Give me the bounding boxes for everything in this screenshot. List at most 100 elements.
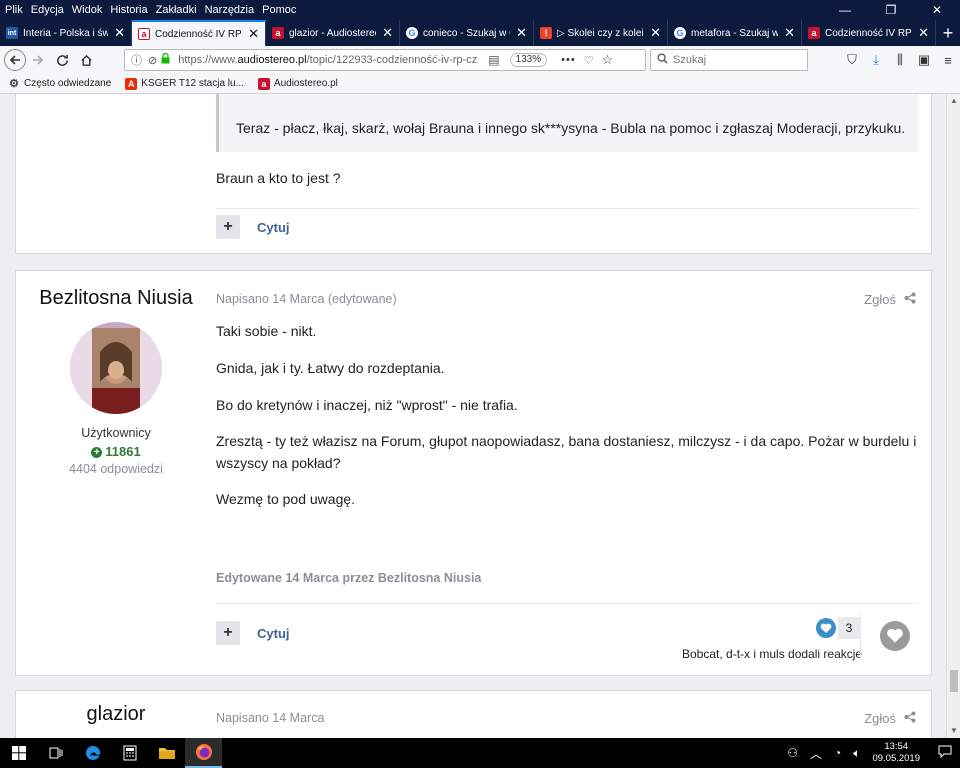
menu-zakladki[interactable]: Zakładki bbox=[152, 4, 201, 16]
tab-strip: int Interia - Polska i świat ✕ a Codzien… bbox=[0, 20, 960, 46]
bookmark-ksger[interactable]: A KSGER T12 stacja lu... bbox=[125, 77, 244, 90]
pocket-icon[interactable]: ♡ bbox=[584, 54, 594, 67]
menu-edycja[interactable]: Edycja bbox=[27, 4, 68, 16]
arrow-left-icon bbox=[9, 55, 20, 65]
sidebar-icon[interactable]: ▣ bbox=[912, 52, 936, 68]
report-link[interactable]: Zgłoś bbox=[864, 711, 916, 726]
page-scrollbar[interactable]: ▲ ▼ bbox=[946, 94, 960, 738]
notification-icon[interactable] bbox=[930, 745, 960, 761]
info-icon[interactable]: ⓘ bbox=[131, 52, 142, 68]
back-button[interactable] bbox=[4, 49, 26, 71]
file-explorer-button[interactable] bbox=[148, 738, 185, 768]
volume-icon[interactable]: 🔈︎ bbox=[853, 746, 860, 761]
zoom-level[interactable]: 133% bbox=[509, 53, 548, 67]
tab-label: conieco - Szukaj w Go bbox=[423, 27, 510, 39]
close-tab-icon[interactable]: ✕ bbox=[382, 25, 393, 41]
home-icon bbox=[80, 54, 92, 66]
tab-glazior[interactable]: a glazior - Audiostereo.pl ✕ bbox=[266, 20, 400, 46]
menu-plik[interactable]: Plik bbox=[0, 4, 27, 16]
clock[interactable]: 13:54 09.05.2019 bbox=[872, 741, 920, 765]
reader-view-icon[interactable]: ▤ bbox=[488, 53, 499, 67]
task-view-button[interactable] bbox=[37, 738, 74, 768]
close-tab-icon[interactable]: ✕ bbox=[650, 25, 661, 41]
library-icon[interactable]: ⫼ bbox=[888, 52, 912, 68]
scroll-thumb[interactable] bbox=[950, 670, 958, 692]
avatar[interactable] bbox=[70, 322, 162, 414]
quote-button[interactable]: Cytuj bbox=[257, 626, 290, 641]
reload-icon bbox=[56, 54, 68, 66]
close-tab-icon[interactable]: ✕ bbox=[114, 25, 125, 41]
home-button[interactable] bbox=[74, 48, 98, 72]
url-bar[interactable]: ⓘ ⊘ https://www.audiostereo.pl/topic/122… bbox=[124, 49, 646, 71]
lock-icon[interactable] bbox=[161, 52, 170, 67]
close-tab-icon[interactable]: ✕ bbox=[248, 26, 259, 42]
post-date[interactable]: Napisano 14 Marca (edytowane) bbox=[216, 292, 397, 306]
task-view-icon bbox=[49, 747, 62, 759]
tab-label: Interia - Polska i świat bbox=[23, 27, 109, 39]
post-date[interactable]: Napisano 14 Marca bbox=[216, 711, 324, 725]
tracking-protection-icon[interactable]: ⛉ bbox=[840, 52, 864, 68]
close-tab-icon[interactable]: ✕ bbox=[784, 25, 795, 41]
new-tab-button[interactable]: + bbox=[936, 20, 960, 46]
forward-button[interactable] bbox=[26, 48, 50, 72]
edited-note: Edytowane 14 Marca przez Bezlitosna Nius… bbox=[216, 571, 482, 585]
scroll-up-icon[interactable]: ▲ bbox=[947, 94, 960, 108]
calculator-button[interactable] bbox=[111, 738, 148, 768]
reaction-summary[interactable]: 3 bbox=[816, 617, 860, 639]
close-window-icon[interactable]: ✕ bbox=[914, 0, 960, 20]
firefox-button[interactable] bbox=[185, 738, 222, 768]
chevron-up-icon[interactable]: ︿ bbox=[810, 745, 822, 762]
report-link[interactable]: Zgłoś bbox=[864, 292, 916, 307]
menu-widok[interactable]: Widok bbox=[68, 4, 107, 16]
url-text[interactable]: https://www.audiostereo.pl/topic/122933-… bbox=[178, 54, 478, 66]
menu-narzedzia[interactable]: Narzędzia bbox=[201, 4, 259, 16]
reactors-text[interactable]: Bobcat, d-t-x i muls dodali reakcje bbox=[682, 647, 862, 661]
firefox-icon bbox=[195, 744, 212, 760]
bookmark-audiostereo[interactable]: a Audiostereo.pl bbox=[257, 77, 338, 90]
download-icon[interactable]: ⤓ bbox=[864, 52, 888, 68]
window-controls: — ❐ ✕ bbox=[822, 0, 960, 20]
bookmark-star-icon[interactable]: ☆ bbox=[602, 52, 614, 68]
multiquote-button[interactable]: + bbox=[216, 215, 240, 239]
tracking-icon[interactable]: ⊘ bbox=[148, 54, 157, 67]
calculator-icon bbox=[123, 745, 136, 761]
restore-icon[interactable]: ❐ bbox=[868, 0, 914, 20]
post-card: Teraz - płacz, łkaj, skarż, wołaj Brauna… bbox=[15, 94, 932, 254]
tab-metafora[interactable]: G metafora - Szukaj w Go ✕ bbox=[668, 20, 802, 46]
hamburger-menu-icon[interactable]: ≡ bbox=[936, 53, 960, 68]
page-actions-icon[interactable]: ••• bbox=[561, 54, 576, 66]
start-button[interactable] bbox=[0, 738, 37, 768]
audiostereo-icon: a bbox=[272, 27, 284, 39]
menu-pomoc[interactable]: Pomoc bbox=[258, 4, 300, 16]
audiostereo-icon: a bbox=[257, 77, 270, 90]
edge-button[interactable] bbox=[74, 738, 111, 768]
quote-button[interactable]: Cytuj bbox=[257, 220, 290, 235]
post-paragraph: Taki sobie - nikt. bbox=[216, 323, 317, 339]
reload-button[interactable] bbox=[50, 48, 74, 72]
minimize-icon[interactable]: — bbox=[822, 0, 868, 20]
react-button[interactable] bbox=[880, 621, 910, 651]
share-icon[interactable] bbox=[904, 711, 916, 726]
bookmark-czesto-odwiedzane[interactable]: ⚙ Często odwiedzane bbox=[8, 78, 111, 90]
scroll-down-icon[interactable]: ▼ bbox=[947, 724, 960, 738]
wifi-icon[interactable]: ◔ bbox=[834, 746, 841, 760]
tab-interia[interactable]: int Interia - Polska i świat ✕ bbox=[0, 20, 132, 46]
author-name[interactable]: Bezlitosna Niusia bbox=[16, 287, 216, 310]
close-tab-icon[interactable]: ✕ bbox=[918, 25, 929, 41]
search-bar[interactable]: Szukaj bbox=[650, 49, 808, 71]
answer-count: 4404 odpowiedzi bbox=[69, 462, 163, 476]
tab-codziennosc-active[interactable]: a Codzienność IV RP czy ✕ bbox=[132, 20, 266, 46]
clock-time: 13:54 bbox=[884, 741, 909, 752]
people-icon[interactable]: ⚇ bbox=[787, 746, 798, 760]
close-tab-icon[interactable]: ✕ bbox=[516, 25, 527, 41]
tab-codziennosc-2[interactable]: a Codzienność IV RP czy ✕ bbox=[802, 20, 936, 46]
tab-conieco[interactable]: G conieco - Szukaj w Go ✕ bbox=[400, 20, 534, 46]
share-icon[interactable] bbox=[904, 292, 916, 307]
menu-historia[interactable]: Historia bbox=[106, 4, 151, 16]
reputation: +11861 bbox=[16, 444, 216, 459]
audiostereo-icon: a bbox=[138, 28, 150, 40]
multiquote-button[interactable]: + bbox=[216, 621, 240, 645]
author-name[interactable]: glazior bbox=[16, 703, 216, 726]
tab-skolei[interactable]: ! ▷ Skolei czy z kolei? - ✕ bbox=[534, 20, 668, 46]
page-content: Teraz - płacz, łkaj, skarż, wołaj Brauna… bbox=[0, 94, 946, 738]
